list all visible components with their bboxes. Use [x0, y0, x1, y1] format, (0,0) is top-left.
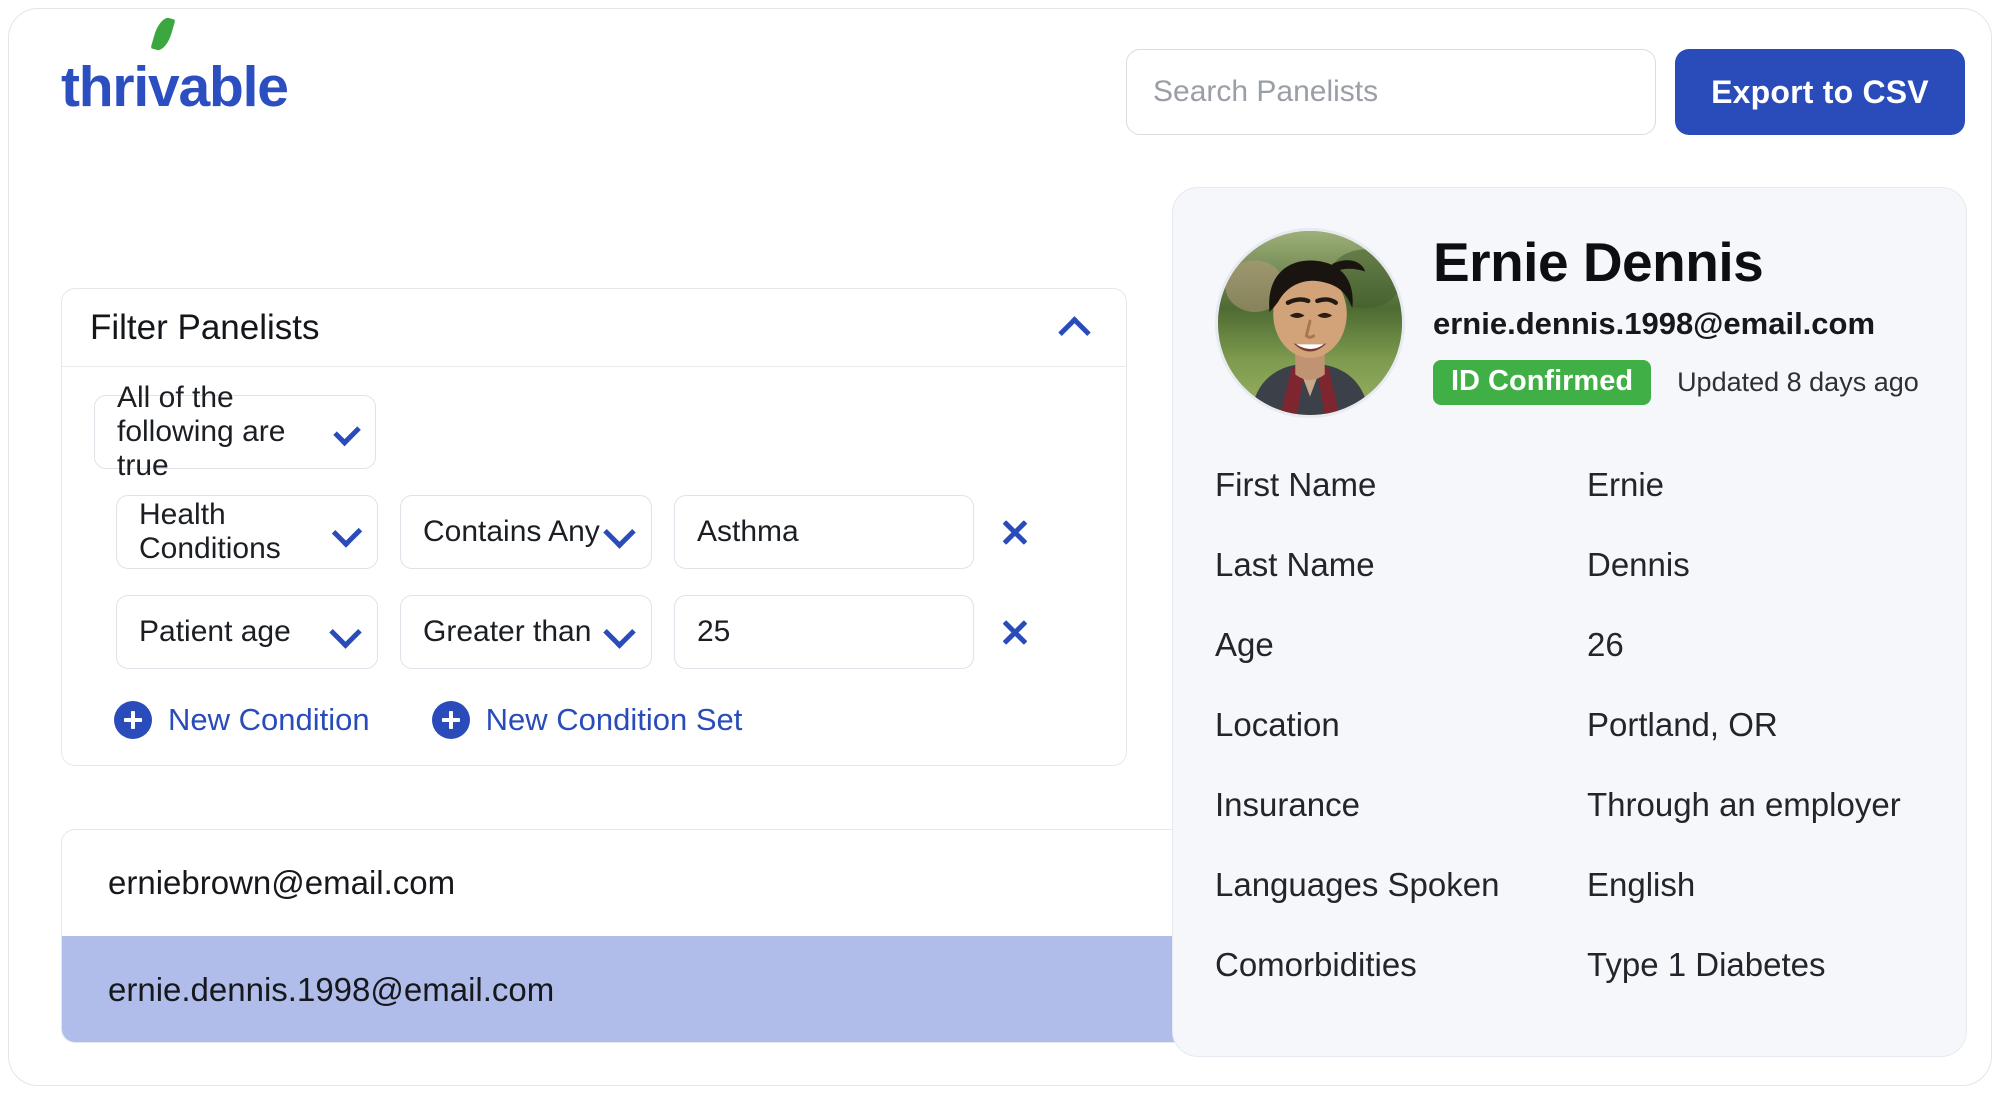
condition-value-input[interactable]: 25: [674, 595, 974, 669]
detail-label: Comorbidities: [1215, 946, 1417, 983]
panelist-identity: Ernie Dennis ernie.dennis.1998@email.com…: [1433, 228, 1919, 405]
updated-timestamp: Updated 8 days ago: [1677, 366, 1919, 397]
detail-value: Through an employer: [1587, 786, 1901, 823]
panelist-name: Ernie Dennis: [1433, 231, 1764, 293]
new-condition-set-label: New Condition Set: [485, 702, 743, 737]
status-badge: ID Confirmed: [1433, 359, 1652, 405]
condition-operator-select[interactable]: Greater than: [400, 595, 652, 669]
chevron-down-icon: [603, 615, 636, 649]
detail-row: Languages Spoken English: [1215, 866, 1924, 946]
logo-text-post: able: [178, 55, 289, 119]
detail-value: Type 1 Diabetes: [1587, 946, 1826, 983]
condition-field-select[interactable]: Health Conditions: [116, 495, 378, 569]
panelist-status-row: ID Confirmed Updated 8 days ago: [1433, 359, 1919, 405]
chevron-down-icon: [329, 615, 362, 649]
plus-icon: [114, 701, 152, 739]
condition-operator-value: Contains Any: [423, 515, 600, 548]
detail-row: First Name Ernie: [1215, 466, 1924, 546]
new-condition-button[interactable]: New Condition: [114, 701, 370, 739]
list-item[interactable]: erniebrown@email.com: [62, 830, 1340, 936]
detail-row: Age 26: [1215, 626, 1924, 706]
panelist-results-list: erniebrown@email.com ernie.dennis.1998@e…: [61, 829, 1341, 1043]
logo-text-pre: thri: [61, 55, 149, 119]
panelist-detail-fields: First Name Ernie Last Name Dennis Age 26…: [1173, 466, 1966, 1026]
detail-label: Insurance: [1215, 786, 1360, 823]
avatar: [1215, 228, 1405, 418]
filter-card-body: All of the following are true Health Con…: [62, 367, 1126, 765]
condition-field-value: Health Conditions: [139, 498, 281, 565]
detail-value: Portland, OR: [1587, 706, 1778, 743]
detail-value: 26: [1587, 626, 1624, 663]
detail-value: English: [1587, 866, 1696, 903]
condition-row: Health Conditions Contains Any Asthma: [116, 495, 1126, 569]
filter-card-header: Filter Panelists: [62, 289, 1126, 367]
filter-panelists-card: Filter Panelists All of the following ar…: [61, 288, 1127, 766]
thrivable-logo: thri v able: [61, 15, 289, 119]
detail-value: Ernie: [1587, 466, 1665, 503]
app-window: thrivable Export to CSV Filter Panelists…: [8, 8, 1992, 1086]
logo-v-with-leaf: v: [148, 15, 180, 116]
plus-icon: [431, 701, 470, 739]
page-header: thrivable Export to CSV: [9, 9, 1991, 159]
panelist-detail-header: Ernie Dennis ernie.dennis.1998@email.com…: [1173, 228, 1966, 418]
condition-value-input[interactable]: Asthma: [674, 495, 974, 569]
detail-row: Location Portland, OR: [1215, 706, 1924, 786]
condition-value-text: Asthma: [697, 515, 799, 548]
condition-actions: New Condition New Condition Set: [114, 701, 1126, 739]
new-condition-label: New Condition: [168, 702, 370, 737]
panelist-email: erniebrown@email.com: [108, 864, 456, 901]
filter-card-title: Filter Panelists: [90, 307, 320, 347]
detail-label: Languages Spoken: [1215, 866, 1500, 903]
condition-field-select[interactable]: Patient age: [116, 595, 378, 669]
chevron-down-icon: [603, 515, 636, 549]
remove-condition-button[interactable]: [988, 505, 1042, 559]
chevron-up-icon: [1057, 315, 1091, 349]
panelist-detail-card: Ernie Dennis ernie.dennis.1998@email.com…: [1172, 187, 1967, 1057]
detail-label: Age: [1215, 626, 1274, 663]
condition-operator-value: Greater than: [423, 615, 592, 648]
condition-operator-select[interactable]: Contains Any: [400, 495, 652, 569]
condition-row: Patient age Greater than 25: [116, 595, 1126, 669]
leaf-icon: [150, 15, 176, 53]
condition-field-value: Patient age: [139, 615, 291, 648]
condition-value-text: 25: [697, 615, 731, 648]
detail-row: Comorbidities Type 1 Diabetes: [1215, 946, 1924, 1026]
panelist-email: ernie.dennis.1998@email.com: [108, 970, 555, 1008]
match-type-select[interactable]: All of the following are true: [94, 381, 376, 482]
panelist-email: ernie.dennis.1998@email.com: [1433, 305, 1876, 341]
new-condition-set-button[interactable]: New Condition Set: [431, 701, 743, 739]
export-to-csv-button[interactable]: Export to CSV: [1675, 49, 1965, 135]
detail-label: Last Name: [1215, 546, 1375, 583]
filter-collapse-button[interactable]: [1050, 304, 1098, 352]
detail-label: Location: [1215, 706, 1340, 743]
detail-row: Last Name Dennis: [1215, 546, 1924, 626]
logo-text-v: v: [148, 55, 180, 119]
detail-row: Insurance Through an employer: [1215, 786, 1924, 866]
detail-value: Dennis: [1587, 546, 1690, 583]
remove-condition-button[interactable]: [988, 605, 1042, 659]
detail-label: First Name: [1215, 466, 1377, 503]
list-item[interactable]: ernie.dennis.1998@email.com: [62, 936, 1340, 1042]
match-type-value: All of the following are true: [117, 381, 286, 482]
search-input[interactable]: [1126, 49, 1656, 135]
